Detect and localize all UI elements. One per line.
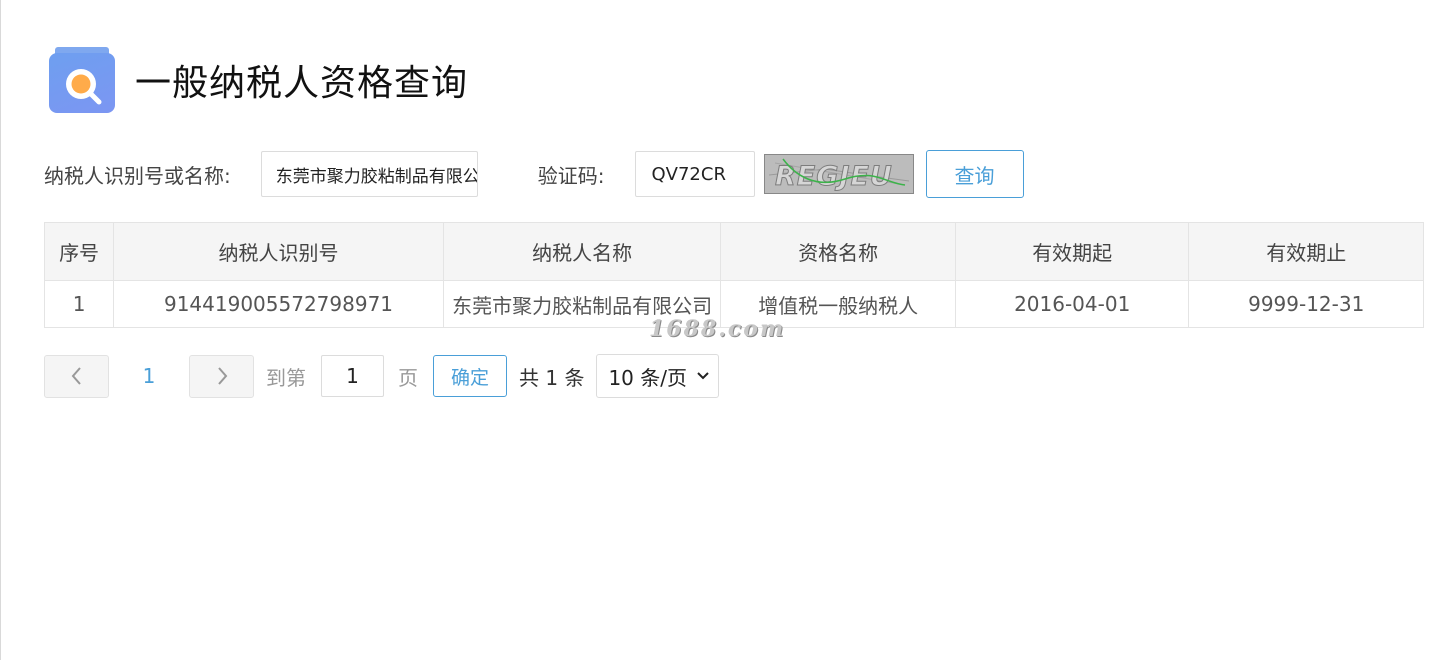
page-header: 一般纳税人资格查询: [48, 45, 468, 115]
chevron-right-icon: [217, 367, 227, 385]
page: 一般纳税人资格查询 纳税人识别号或名称: 东莞市聚力胶粘制品有限公司 验证码: …: [0, 0, 1429, 660]
page-number-current[interactable]: 1: [109, 364, 189, 388]
column-header-taxpayer-name: 纳税人名称: [442, 222, 722, 281]
page-suffix-label: 页: [398, 365, 418, 390]
column-header-tax-id: 纳税人识别号: [113, 222, 444, 281]
pagination: 1 到第 1 页 确定 共 1 条 10 条/页: [44, 354, 720, 398]
cell-index: 1: [43, 280, 115, 328]
column-header-valid-to: 有效期止: [1188, 222, 1424, 281]
page-size-select[interactable]: 10 条/页: [596, 354, 720, 398]
column-header-qualification: 资格名称: [720, 222, 956, 281]
column-header-valid-from: 有效期起: [954, 222, 1190, 281]
goto-label: 到第: [266, 365, 306, 390]
column-header-index: 序号: [43, 222, 115, 281]
cell-valid-from: 2016-04-01: [954, 280, 1190, 328]
results-table: 序号 纳税人识别号 纳税人名称 资格名称 有效期起 有效期止 1 9144190…: [43, 222, 1424, 328]
search-document-icon: [48, 45, 116, 115]
table-header-row: 序号 纳税人识别号 纳税人名称 资格名称 有效期起 有效期止: [43, 222, 1424, 281]
taxpayer-label: 纳税人识别号或名称:: [44, 163, 231, 188]
prev-page-button[interactable]: [44, 354, 109, 398]
page-title: 一般纳税人资格查询: [135, 63, 469, 104]
page-size-value: 10 条/页: [608, 365, 687, 390]
captcha-input[interactable]: QV72CR: [634, 151, 755, 197]
taxpayer-input[interactable]: 东莞市聚力胶粘制品有限公司: [260, 151, 478, 197]
goto-page-input[interactable]: 1: [321, 355, 384, 397]
captcha-label: 验证码:: [537, 163, 605, 188]
next-page-button[interactable]: [189, 354, 254, 398]
watermark: 1688.com: [649, 316, 786, 342]
confirm-button[interactable]: 确定: [433, 355, 507, 397]
chevron-down-icon: [697, 372, 710, 380]
total-count: 共 1 条: [519, 365, 585, 390]
chevron-left-icon: [71, 367, 81, 385]
search-form: 纳税人识别号或名称: 东莞市聚力胶粘制品有限公司 验证码: QV72CR REG…: [44, 150, 1024, 198]
query-button[interactable]: 查询: [925, 150, 1024, 198]
cell-tax-id: 914419005572798971: [113, 280, 444, 328]
captcha-image[interactable]: REGJEU: [763, 154, 914, 194]
cell-valid-to: 9999-12-31: [1188, 280, 1424, 328]
